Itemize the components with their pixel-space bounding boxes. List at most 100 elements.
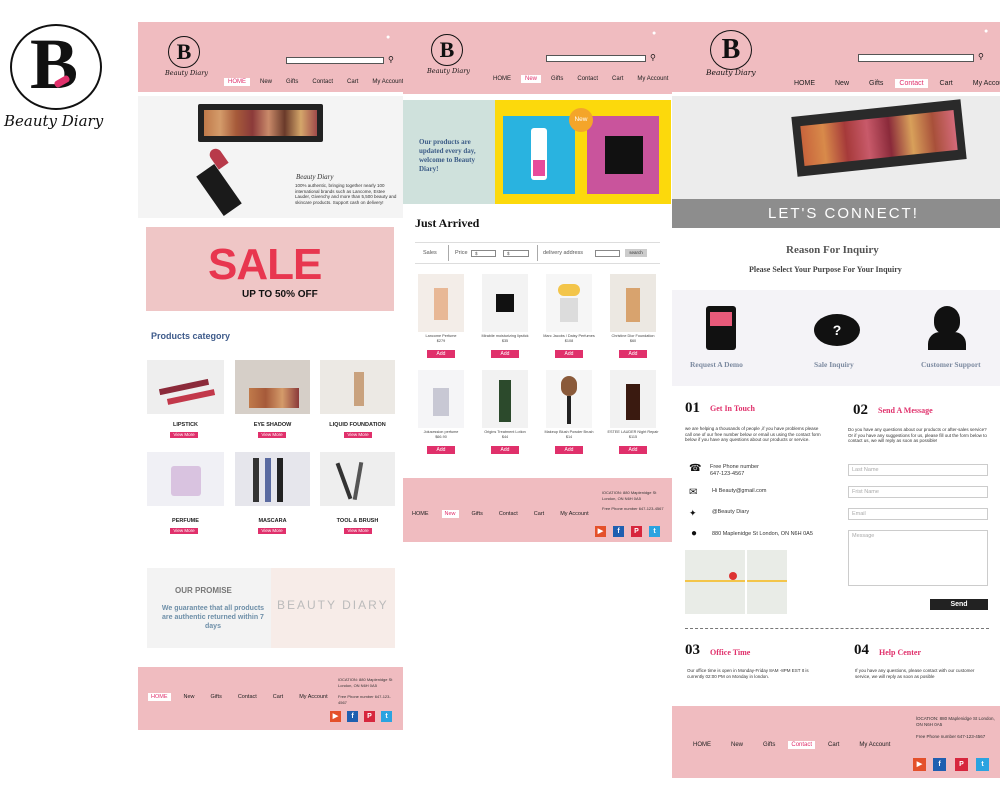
support-agent-icon[interactable] (934, 306, 960, 334)
new-banner-image[interactable]: New (495, 100, 671, 204)
nav-new[interactable]: New (521, 75, 542, 83)
add-to-cart-button[interactable]: Add (491, 350, 519, 358)
first-name-input[interactable]: Frist Name (848, 486, 988, 498)
nav-my-account[interactable]: My Account (969, 79, 1000, 88)
footer-nav-gifts[interactable]: Gifts (760, 741, 778, 749)
nav-contact[interactable]: Contact (573, 75, 602, 83)
category-thumb-eye-shadow[interactable] (235, 360, 310, 414)
category-thumb-lipstick[interactable] (147, 360, 224, 414)
add-to-cart-button[interactable]: Add (555, 446, 583, 454)
pinterest-icon[interactable]: P (955, 758, 968, 771)
search-input[interactable] (546, 55, 646, 62)
footer-nav-new[interactable]: New (441, 510, 459, 518)
footer-nav-my-account[interactable]: My Account (296, 693, 330, 701)
search-input[interactable] (286, 57, 384, 64)
twitter-handle[interactable]: @Beauty Diary (712, 509, 749, 516)
map-image[interactable] (685, 550, 787, 614)
nav-gifts[interactable]: Gifts (282, 78, 302, 86)
footer-nav-cart[interactable]: Cart (531, 510, 547, 518)
footer-nav-my-account[interactable]: My Account (856, 741, 893, 749)
footer-nav-contact[interactable]: Contact (235, 693, 260, 701)
facebook-icon[interactable]: f (613, 526, 624, 537)
add-to-cart-button[interactable]: Add (427, 350, 455, 358)
nav-home[interactable]: HOME (224, 78, 250, 86)
nav-my-account[interactable]: My Account (368, 78, 407, 86)
search-input[interactable] (858, 54, 974, 62)
search-icon[interactable]: ⚲ (388, 55, 394, 64)
view-more-button[interactable]: View More (344, 528, 372, 534)
nav-gifts[interactable]: Gifts (547, 75, 567, 83)
footer-nav-gifts[interactable]: Gifts (469, 510, 486, 518)
nav-my-account[interactable]: My Account (633, 75, 672, 83)
youtube-icon[interactable]: ▶ (595, 526, 606, 537)
view-more-button[interactable]: View More (170, 432, 198, 438)
twitter-icon[interactable]: t (649, 526, 660, 537)
option-customer-support[interactable]: Customer Support (921, 360, 981, 369)
delivery-address-input[interactable] (595, 250, 620, 257)
view-more-button[interactable]: View More (344, 432, 372, 438)
product-image-blush-brush[interactable] (546, 370, 592, 428)
product-image-origins-lotion[interactable] (482, 370, 528, 428)
facebook-icon[interactable]: f (347, 711, 358, 722)
user-icon[interactable]: ● (984, 28, 988, 35)
sale-banner[interactable]: SALE UP TO 50% OFF (146, 227, 394, 311)
twitter-icon[interactable]: t (976, 758, 989, 771)
category-thumb-perfume[interactable] (147, 452, 224, 506)
add-to-cart-button[interactable]: Add (427, 446, 455, 454)
pinterest-icon[interactable]: P (364, 711, 375, 722)
add-to-cart-button[interactable]: Add (491, 446, 519, 454)
product-image-lipstick[interactable] (482, 274, 528, 332)
add-to-cart-button[interactable]: Add (619, 446, 647, 454)
category-thumb-tool-brush[interactable] (320, 452, 395, 506)
nav-new[interactable]: New (256, 78, 276, 86)
footer-nav-cart[interactable]: Cart (270, 693, 286, 701)
email-input[interactable]: Email (848, 508, 988, 520)
header-logo[interactable]: B (431, 34, 463, 66)
product-image-lancome-perfume[interactable] (418, 274, 464, 332)
nav-contact[interactable]: Contact (308, 78, 337, 86)
footer-nav-new[interactable]: New (728, 741, 746, 749)
footer-nav-my-account[interactable]: My Account (557, 510, 591, 518)
footer-nav-contact[interactable]: Contact (788, 741, 816, 749)
price-to-input[interactable]: $ (503, 250, 529, 257)
last-name-input[interactable]: Last Name (848, 464, 988, 476)
add-to-cart-button[interactable]: Add (555, 350, 583, 358)
view-more-button[interactable]: View More (258, 528, 286, 534)
product-image-dior-foundation[interactable] (610, 274, 656, 332)
view-more-button[interactable]: View More (170, 528, 198, 534)
footer-nav-new[interactable]: New (181, 693, 198, 701)
nav-cart[interactable]: Cart (608, 75, 627, 83)
nav-new[interactable]: New (831, 79, 853, 88)
product-image-estee-lauder[interactable] (610, 370, 656, 428)
nav-cart[interactable]: Cart (936, 79, 957, 88)
question-bubble-icon[interactable]: ? (814, 314, 860, 346)
nav-cart[interactable]: Cart (343, 78, 362, 86)
option-sale-inquiry[interactable]: Sale Inquiry (814, 360, 854, 369)
filter-sales[interactable]: Sales (423, 250, 437, 256)
footer-nav-contact[interactable]: Contact (496, 510, 521, 518)
view-more-button[interactable]: View More (258, 432, 286, 438)
footer-nav-cart[interactable]: Cart (825, 741, 842, 749)
footer-nav-gifts[interactable]: Gifts (208, 693, 225, 701)
header-logo[interactable]: B (168, 36, 200, 68)
youtube-icon[interactable]: ▶ (913, 758, 926, 771)
category-thumb-liquid-foundation[interactable] (320, 360, 395, 414)
message-textarea[interactable]: Message (848, 530, 988, 586)
add-to-cart-button[interactable]: Add (619, 350, 647, 358)
send-button[interactable]: Send (930, 599, 988, 610)
product-image-daisy-perfume[interactable] (546, 274, 592, 332)
nav-home[interactable]: HOME (489, 75, 515, 83)
user-icon[interactable]: ● (386, 34, 390, 41)
facebook-icon[interactable]: f (933, 758, 946, 771)
youtube-icon[interactable]: ▶ (330, 711, 341, 722)
option-request-demo[interactable]: Request A Demo (690, 360, 743, 369)
nav-home[interactable]: HOME (790, 79, 819, 88)
pinterest-icon[interactable]: P (631, 526, 642, 537)
price-from-input[interactable]: $ (471, 250, 496, 257)
nav-gifts[interactable]: Gifts (865, 79, 887, 88)
user-icon[interactable]: ● (652, 30, 656, 37)
search-icon[interactable]: ⚲ (650, 53, 656, 62)
email-address[interactable]: Hi Beauty@gmail.com (712, 488, 767, 495)
twitter-icon[interactable]: t (381, 711, 392, 722)
search-icon[interactable]: ⚲ (978, 52, 984, 61)
